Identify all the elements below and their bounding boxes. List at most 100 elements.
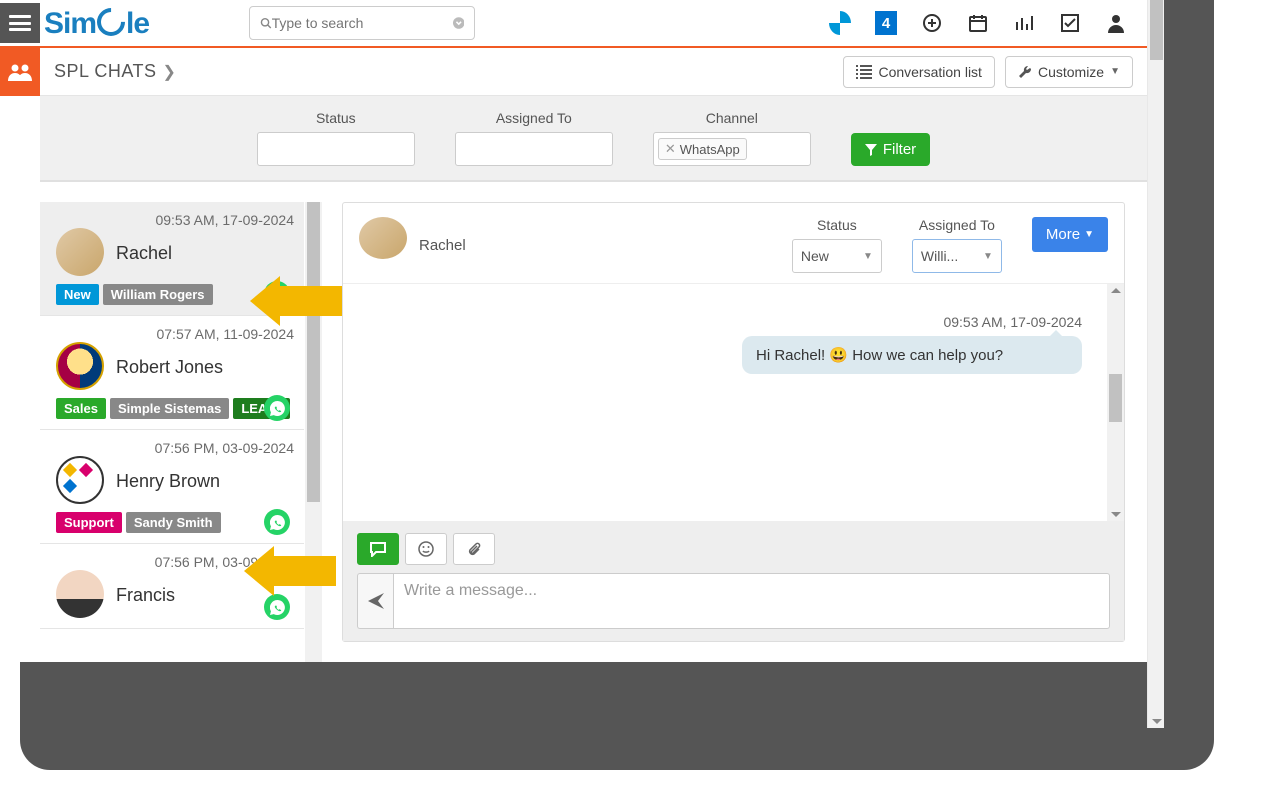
page-title: SPL CHATS ❯: [54, 61, 176, 82]
chat-item-avatar: [56, 456, 104, 504]
search-input[interactable]: [272, 15, 453, 31]
assigned-field: Assigned To Willi... ▼: [912, 217, 1002, 273]
composer-tabs: [357, 533, 1110, 565]
page-header: SPL CHATS ❯ Conversation list Customize …: [40, 48, 1147, 96]
tag: Sales: [56, 398, 106, 419]
chatpane-body[interactable]: 09:53 AM, 17-09-2024 Hi Rachel! 😃 How we…: [343, 284, 1124, 521]
chat-list-item[interactable]: 07:56 PM, 03-09-2024Henry BrownSupportSa…: [40, 430, 304, 544]
funnel-icon: [865, 144, 877, 156]
channel-chip-whatsapp[interactable]: ✕ WhatsApp: [658, 138, 747, 160]
filter-bar: Status Assigned To Channel ✕ WhatsApp Fi…: [40, 96, 1147, 182]
scroll-up-icon[interactable]: [1111, 288, 1121, 293]
message-bubble: Hi Rachel! 😃 How we can help you?: [742, 336, 1082, 374]
wrench-icon: [1018, 65, 1032, 79]
app-root: Sim le 4 SPL CHATS ❯ C: [0, 0, 1164, 662]
contact-avatar[interactable]: [359, 217, 407, 259]
calendar-icon[interactable]: [967, 12, 989, 34]
assigned-select[interactable]: Willi... ▼: [912, 239, 1002, 273]
status-field: Status New ▼: [792, 217, 882, 273]
logo-text-part1: Sim: [44, 7, 96, 41]
scrollbar-thumb[interactable]: [1109, 374, 1122, 422]
chevron-down-icon[interactable]: [453, 16, 465, 30]
add-icon[interactable]: [921, 12, 943, 34]
chat-item-name: Francis: [116, 585, 175, 606]
speech-icon: [369, 541, 387, 557]
filter-assigned-input[interactable]: [455, 132, 613, 166]
conversation-list-button[interactable]: Conversation list: [843, 56, 995, 88]
contact-name: Rachel: [419, 237, 466, 254]
header-buttons: Conversation list Customize ▼: [843, 56, 1133, 88]
message-input[interactable]: [393, 573, 1110, 629]
chat-item-tags: SupportSandy Smith: [56, 512, 294, 533]
chat-item-name: Henry Brown: [116, 471, 220, 492]
filter-status-label: Status: [316, 110, 356, 126]
content-column: SPL CHATS ❯ Conversation list Customize …: [40, 48, 1147, 662]
customize-label: Customize: [1038, 64, 1104, 80]
chat-item-time: 07:57 AM, 11-09-2024: [56, 326, 294, 342]
status-value: New: [801, 248, 829, 264]
scroll-down-icon[interactable]: [1152, 719, 1162, 724]
hamburger-menu-button[interactable]: [0, 3, 40, 43]
composer-tab-emoji[interactable]: [405, 533, 447, 565]
composer: [343, 521, 1124, 641]
composer-tab-message[interactable]: [357, 533, 399, 565]
whatsapp-icon: [264, 395, 290, 421]
page-scrollbar[interactable]: [1147, 0, 1164, 728]
chat-item-time: 09:53 AM, 17-09-2024: [56, 212, 294, 228]
arrow-annotation-2: [244, 546, 336, 596]
tag: Simple Sistemas: [110, 398, 229, 419]
chevron-right-icon[interactable]: ❯: [163, 62, 177, 82]
more-button-label: More: [1046, 226, 1080, 243]
filter-button[interactable]: Filter: [851, 133, 930, 166]
customize-button[interactable]: Customize ▼: [1005, 56, 1133, 88]
chat-list-item[interactable]: 07:57 AM, 11-09-2024Robert JonesSalesSim…: [40, 316, 304, 430]
list-icon: [856, 65, 872, 79]
global-search[interactable]: [249, 6, 475, 40]
hamburger-icon: [9, 15, 31, 31]
conversation-list-label: Conversation list: [878, 64, 982, 80]
chat-item-avatar: [56, 570, 104, 618]
rail-chats-button[interactable]: [0, 48, 40, 96]
send-button[interactable]: [357, 573, 393, 629]
whatsapp-icon: [264, 509, 290, 535]
logo[interactable]: Sim le: [44, 5, 149, 41]
chatpane-scrollbar[interactable]: [1107, 284, 1124, 521]
user-menu-icon[interactable]: [1105, 12, 1127, 34]
tag: New: [56, 284, 99, 305]
tag: Support: [56, 512, 122, 533]
message-timestamp: 09:53 AM, 17-09-2024: [363, 314, 1082, 330]
tag: William Rogers: [103, 284, 213, 305]
caret-down-icon: ▼: [983, 251, 993, 262]
send-icon: [368, 593, 384, 609]
tag: Sandy Smith: [126, 512, 221, 533]
scrollbar-thumb[interactable]: [1150, 0, 1163, 60]
main-panes: 09:53 AM, 17-09-2024RachelNewWilliam Rog…: [40, 182, 1147, 662]
status-select[interactable]: New ▼: [792, 239, 882, 273]
notifications-icon[interactable]: 4: [875, 12, 897, 34]
scrollbar-thumb[interactable]: [307, 202, 320, 502]
analytics-icon[interactable]: [1013, 12, 1035, 34]
assigned-label: Assigned To: [919, 217, 995, 233]
chat-item-tags: SalesSimple SistemasLEA17: [56, 398, 294, 419]
filter-status-input[interactable]: [257, 132, 415, 166]
whatsapp-icon: [264, 594, 290, 620]
assigned-value: Willi...: [921, 248, 958, 264]
composer-tab-attach[interactable]: [453, 533, 495, 565]
chat-item-avatar: [56, 228, 104, 276]
chat-pane: Rachel Status New ▼ Assigned To: [342, 202, 1125, 642]
logo-loading-icon: [91, 2, 131, 42]
more-button[interactable]: More ▼: [1032, 217, 1108, 252]
left-rail: [0, 48, 40, 662]
topbar: Sim le 4: [0, 0, 1147, 48]
caret-down-icon: ▼: [1084, 229, 1094, 240]
tasks-icon[interactable]: [1059, 12, 1081, 34]
filter-status: Status: [257, 110, 415, 166]
smile-icon: [418, 541, 434, 557]
filter-channel-input[interactable]: ✕ WhatsApp: [653, 132, 811, 166]
chip-remove-icon[interactable]: ✕: [665, 141, 676, 157]
chat-item-avatar: [56, 342, 104, 390]
content-row: SPL CHATS ❯ Conversation list Customize …: [0, 48, 1147, 662]
app-switcher-icon[interactable]: [829, 12, 851, 34]
scroll-down-icon[interactable]: [1111, 512, 1121, 517]
chat-item-name: Rachel: [116, 243, 172, 264]
